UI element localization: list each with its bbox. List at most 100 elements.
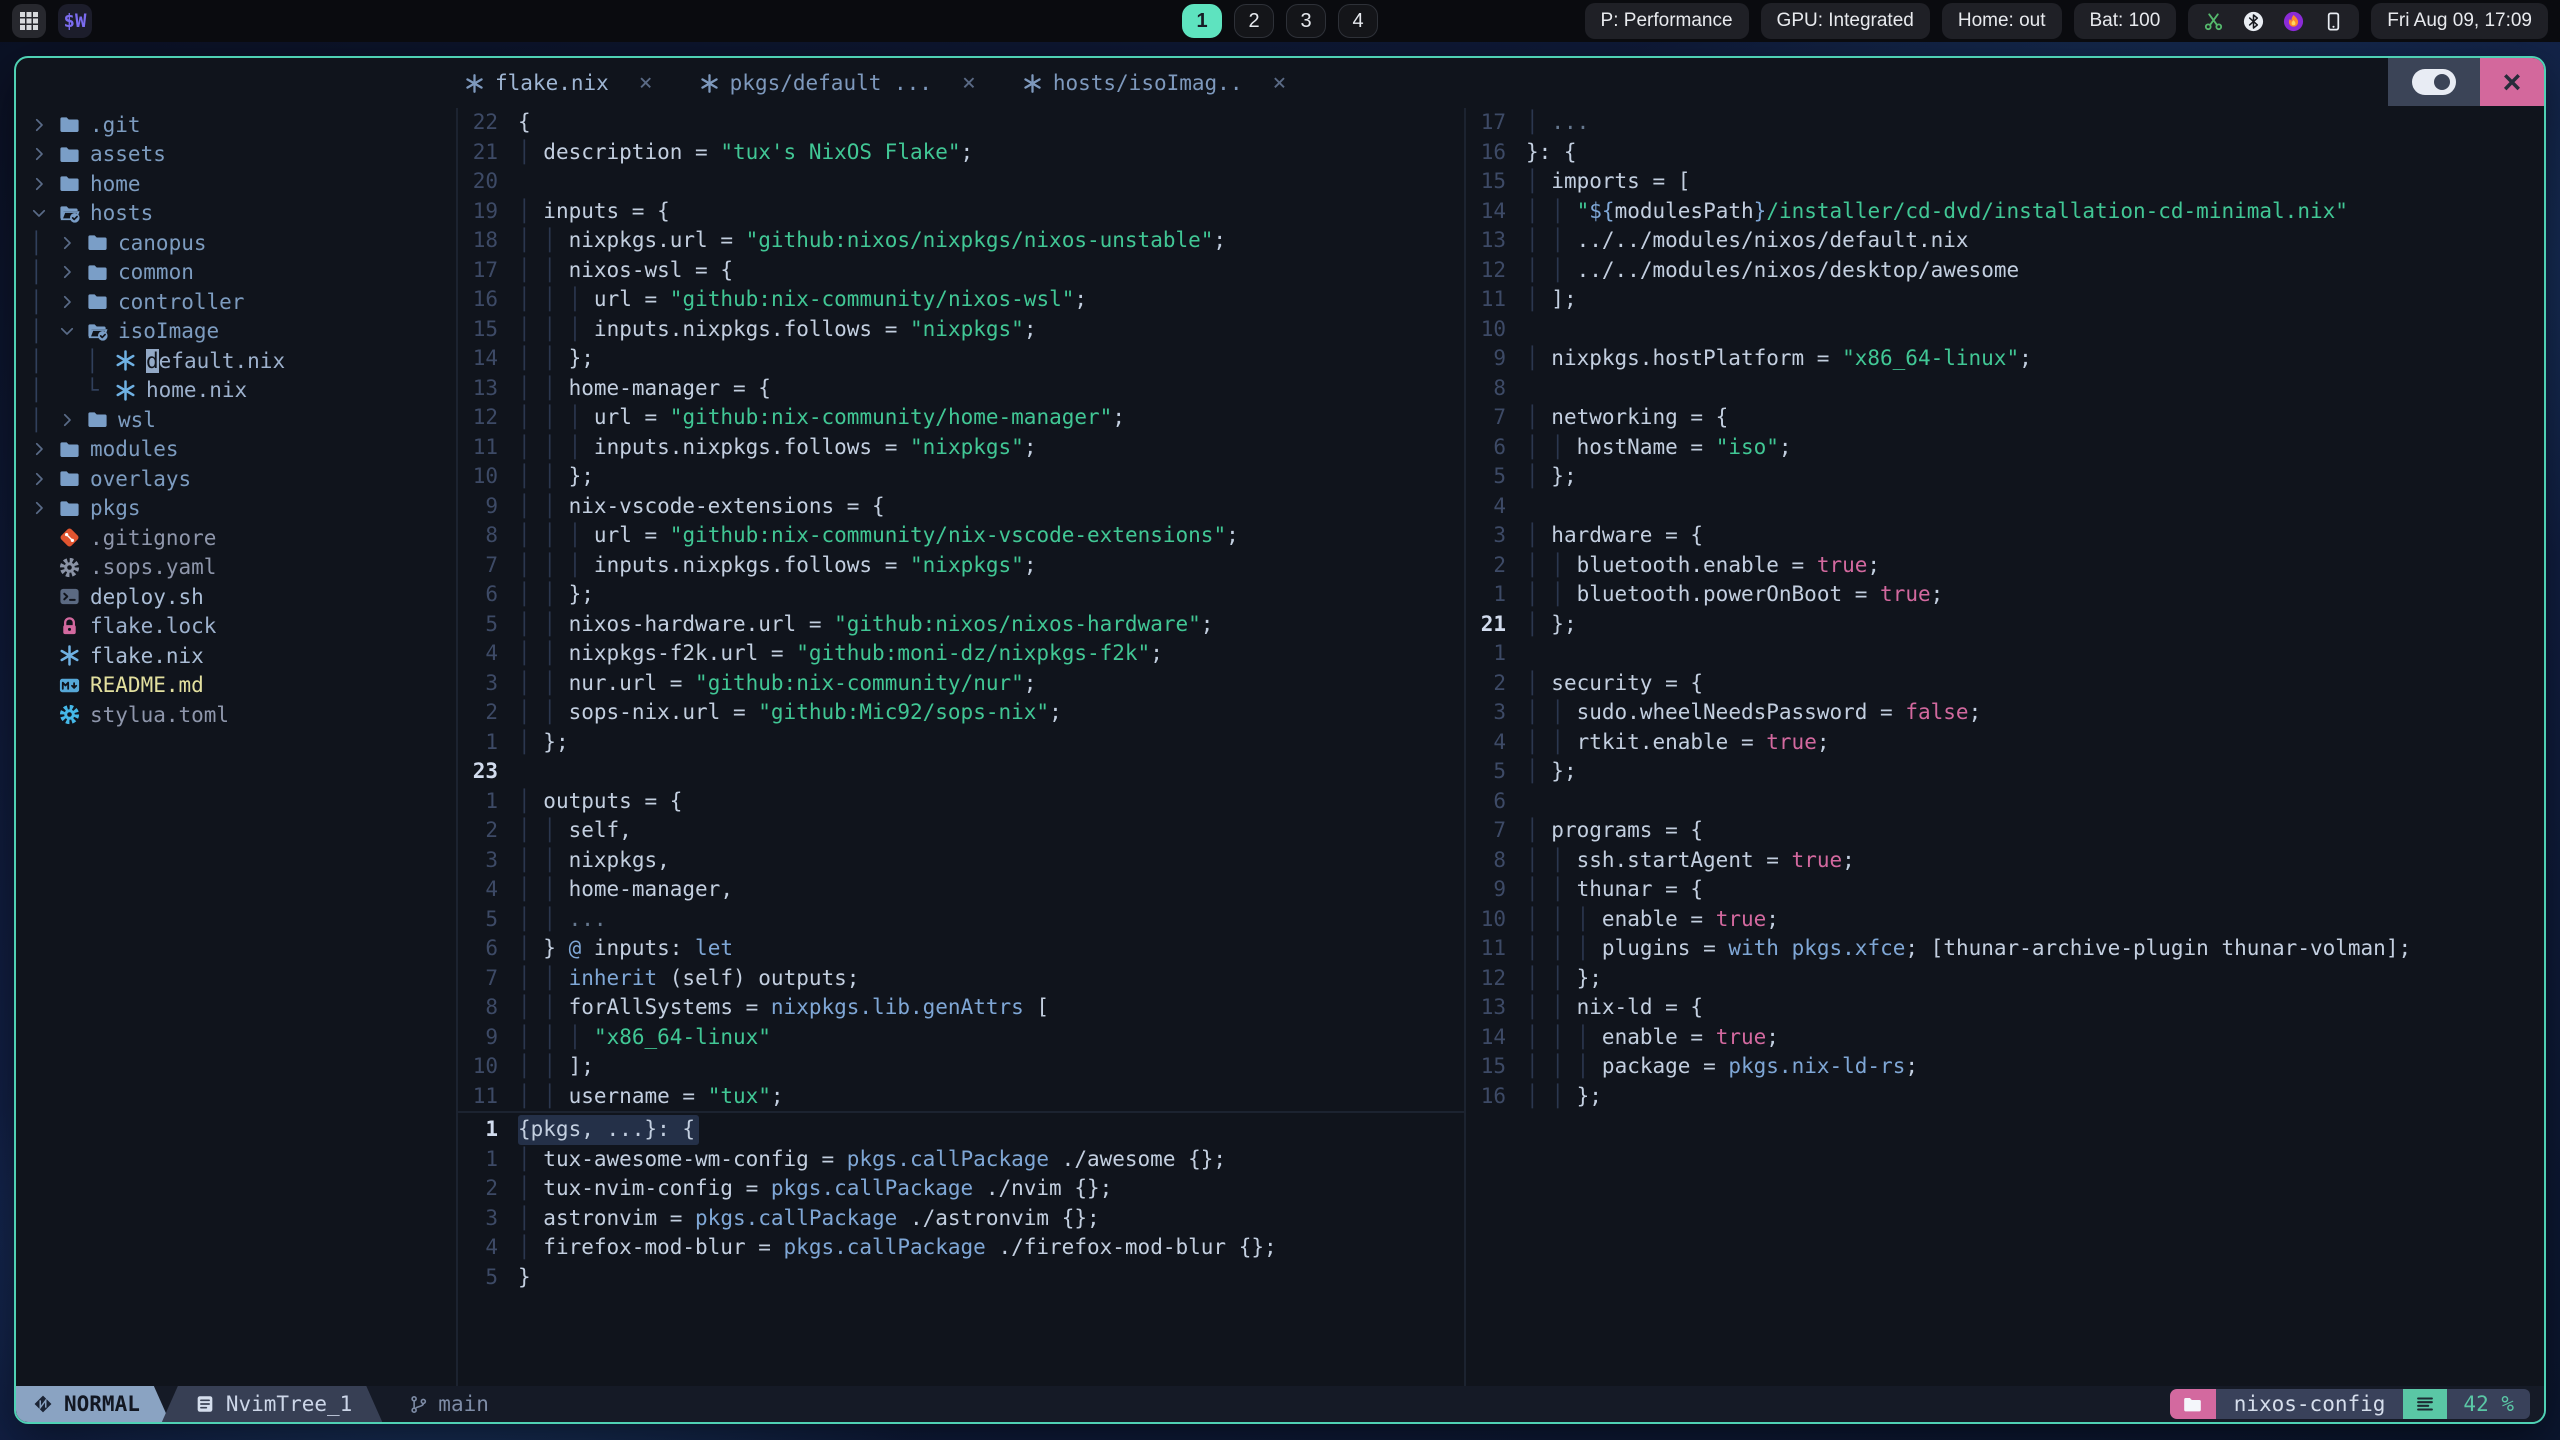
code-line[interactable]: 2 │ │ self,	[458, 816, 1464, 846]
code-line[interactable]: 22 {	[458, 108, 1464, 138]
tree-item-flake-nix[interactable]: flake.nix	[30, 641, 456, 671]
code-line[interactable]: 6	[1466, 787, 2544, 817]
code-line[interactable]: 2 │ │ sops-nix.url = "github:Mic92/sops-n…	[458, 698, 1464, 728]
code-line[interactable]: 1 │ outputs = {	[458, 787, 1464, 817]
code-line[interactable]: 1 │ │ bluetooth.powerOnBoot = true;	[1466, 580, 2544, 610]
code-line[interactable]: 7 │ programs = {	[1466, 816, 2544, 846]
tab-close-icon[interactable]: ×	[1272, 71, 1286, 95]
tree-item-sops-yaml[interactable]: .sops.yaml	[30, 553, 456, 583]
code-line[interactable]: 8 │ │ forAllSystems = nixpkgs.lib.genAttr…	[458, 993, 1464, 1023]
code-line[interactable]: 16 │ │ │ url = "github:nix-community/nixo…	[458, 285, 1464, 315]
code-line[interactable]: 1 │ };	[458, 728, 1464, 758]
code-line[interactable]: 5 │ };	[1466, 462, 2544, 492]
bluetooth-icon[interactable]	[2242, 10, 2265, 33]
editor-flake-nix[interactable]: 22{21 │ description = "tux's NixOS Flake"…	[458, 108, 1464, 1111]
code-line[interactable]: 10 │ │ };	[458, 462, 1464, 492]
workspace-3[interactable]: 3	[1286, 4, 1326, 38]
code-line[interactable]: 1 {pkgs, ...}: {	[458, 1115, 1464, 1145]
tab-close-icon[interactable]: ×	[962, 71, 976, 95]
code-line[interactable]: 4 │ │ home-manager,	[458, 875, 1464, 905]
tree-item-git[interactable]: .git	[30, 110, 456, 140]
code-line[interactable]: 9 │ nixpkgs.hostPlatform = "x86_64-linux"…	[1466, 344, 2544, 374]
code-line[interactable]: 8 │ │ │ url = "github:nix-community/nix-v…	[458, 521, 1464, 551]
tree-item-modules[interactable]: modules	[30, 435, 456, 465]
tree-item-gitignore[interactable]: .gitignore	[30, 523, 456, 553]
code-line[interactable]: 14 │ │ };	[458, 344, 1464, 374]
code-line[interactable]: 21 │ description = "tux's NixOS Flake";	[458, 138, 1464, 168]
layout-indicator[interactable]: $W	[58, 4, 92, 38]
code-line[interactable]: 2 │ │ bluetooth.enable = true;	[1466, 551, 2544, 581]
tree-item-controller[interactable]: │ controller	[30, 287, 456, 317]
workspace-1[interactable]: 1	[1182, 4, 1222, 38]
code-line[interactable]: 23	[458, 757, 1464, 787]
code-line[interactable]: 11 │ │ │ plugins = with pkgs.xfce; [thuna…	[1466, 934, 2544, 964]
code-line[interactable]: 10 │ │ │ enable = true;	[1466, 905, 2544, 935]
tree-item-common[interactable]: │ common	[30, 258, 456, 288]
code-line[interactable]: 10	[1466, 315, 2544, 345]
code-line[interactable]: 9 │ │ thunar = {	[1466, 875, 2544, 905]
code-line[interactable]: 1	[1466, 639, 2544, 669]
code-line[interactable]: 6 │ │ };	[458, 580, 1464, 610]
scissors-icon[interactable]	[2202, 10, 2225, 33]
code-line[interactable]: 15 │ imports = [	[1466, 167, 2544, 197]
code-line[interactable]: 5 │ │ nixos-hardware.url = "github:nixos/…	[458, 610, 1464, 640]
code-line[interactable]: 1 │ tux-awesome-wm-config = pkgs.callPack…	[458, 1145, 1464, 1175]
editor-pkgs-default-nix[interactable]: 1 {pkgs, ...}: {1 │ tux-awesome-wm-config …	[458, 1111, 1464, 1386]
code-line[interactable]: 17 │ ...	[1466, 108, 2544, 138]
code-line[interactable]: 8	[1466, 374, 2544, 404]
code-line[interactable]: 15 │ │ │ inputs.nixpkgs.follows = "nixpkg…	[458, 315, 1464, 345]
code-line[interactable]: 15 │ │ │ package = pkgs.nix-ld-rs;	[1466, 1052, 2544, 1082]
code-line[interactable]: 20	[458, 167, 1464, 197]
flame-icon[interactable]	[2282, 10, 2305, 33]
code-line[interactable]: 12 │ │ };	[1466, 964, 2544, 994]
tree-item-home-nix[interactable]: │ └ home.nix	[30, 376, 456, 406]
tree-item-isoimage[interactable]: │ isoImage	[30, 317, 456, 347]
tree-item-home[interactable]: home	[30, 169, 456, 199]
tab-close-icon[interactable]: ×	[639, 71, 653, 95]
code-line[interactable]: 17 │ │ nixos-wsl = {	[458, 256, 1464, 286]
code-line[interactable]: 2 │ security = {	[1466, 669, 2544, 699]
tree-item-deploy-sh[interactable]: deploy.sh	[30, 582, 456, 612]
tree-item-readme-md[interactable]: README.md	[30, 671, 456, 701]
code-line[interactable]: 7 │ networking = {	[1466, 403, 2544, 433]
code-line[interactable]: 3 │ │ nur.url = "github:nix-community/nur…	[458, 669, 1464, 699]
code-line[interactable]: 11 │ │ │ inputs.nixpkgs.follows = "nixpkg…	[458, 433, 1464, 463]
code-line[interactable]: 3 │ │ sudo.wheelNeedsPassword = false;	[1466, 698, 2544, 728]
code-line[interactable]: 2 │ tux-nvim-config = pkgs.callPackage ./…	[458, 1174, 1464, 1204]
code-line[interactable]: 13 │ │ home-manager = {	[458, 374, 1464, 404]
tree-item-overlays[interactable]: overlays	[30, 464, 456, 494]
code-line[interactable]: 4 │ firefox-mod-blur = pkgs.callPackage .…	[458, 1233, 1464, 1263]
tree-item-canopus[interactable]: │ canopus	[30, 228, 456, 258]
tree-item-stylua-toml[interactable]: stylua.toml	[30, 700, 456, 730]
code-line[interactable]: 4	[1466, 492, 2544, 522]
code-line[interactable]: 18 │ │ nixpkgs.url = "github:nixos/nixpkg…	[458, 226, 1464, 256]
code-line[interactable]: 6 │ } @ inputs: let	[458, 934, 1464, 964]
tree-item-assets[interactable]: assets	[30, 140, 456, 170]
code-line[interactable]: 6 │ │ hostName = "iso";	[1466, 433, 2544, 463]
tree-item-hosts[interactable]: hosts	[30, 199, 456, 229]
code-line[interactable]: 5}	[458, 1263, 1464, 1293]
code-line[interactable]: 9 │ │ nix-vscode-extensions = {	[458, 492, 1464, 522]
code-line[interactable]: 12 │ │ │ url = "github:nix-community/home…	[458, 403, 1464, 433]
code-line[interactable]: 7 │ │ inherit (self) outputs;	[458, 964, 1464, 994]
code-line[interactable]: 4 │ │ rtkit.enable = true;	[1466, 728, 2544, 758]
code-line[interactable]: 7 │ │ │ inputs.nixpkgs.follows = "nixpkgs…	[458, 551, 1464, 581]
window-toggle-button[interactable]	[2388, 58, 2480, 106]
code-line[interactable]: 3 │ astronvim = pkgs.callPackage ./astron…	[458, 1204, 1464, 1234]
code-line[interactable]: 8 │ │ ssh.startAgent = true;	[1466, 846, 2544, 876]
tab-pkgs-default[interactable]: pkgs/default ... ×	[699, 71, 976, 95]
phone-icon[interactable]	[2322, 10, 2345, 33]
tab-flake-nix[interactable]: flake.nix ×	[464, 71, 653, 95]
code-line[interactable]: 14 │ │ "${modulesPath}/installer/cd-dvd/i…	[1466, 197, 2544, 227]
code-line[interactable]: 10 │ │ ];	[458, 1052, 1464, 1082]
code-line[interactable]: 19 │ inputs = {	[458, 197, 1464, 227]
code-line[interactable]: 3 │ hardware = {	[1466, 521, 2544, 551]
workspace-2[interactable]: 2	[1234, 4, 1274, 38]
code-line[interactable]: 13 │ │ nix-ld = {	[1466, 993, 2544, 1023]
code-line[interactable]: 16 │ │ };	[1466, 1082, 2544, 1112]
tree-item-flake-lock[interactable]: flake.lock	[30, 612, 456, 642]
code-line[interactable]: 5 │ │ ...	[458, 905, 1464, 935]
code-line[interactable]: 14 │ │ │ enable = true;	[1466, 1023, 2544, 1053]
tree-item-pkgs[interactable]: pkgs	[30, 494, 456, 524]
code-line[interactable]: 12 │ │ ../../modules/nixos/desktop/awesom…	[1466, 256, 2544, 286]
